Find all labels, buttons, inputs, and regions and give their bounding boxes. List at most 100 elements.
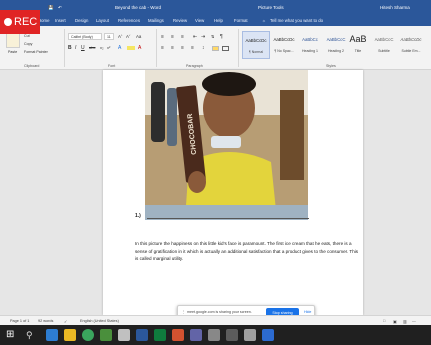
tab-references[interactable]: References [118,18,140,23]
file-explorer-icon[interactable] [64,329,76,341]
app-icon[interactable] [262,329,274,341]
app-icon[interactable] [226,329,238,341]
paste-button[interactable]: Paste [8,50,17,54]
hide-button[interactable]: Hide [304,310,311,314]
background-person [151,82,165,142]
child-hair [202,72,256,96]
paste-icon[interactable] [6,32,20,48]
search-icon[interactable]: ⚲ [26,329,38,341]
style-name: ¶ No Spac... [274,49,294,53]
app-icon[interactable] [118,329,130,341]
multilevel-list-icon[interactable]: ≡ [181,34,184,40]
styles-label: Styles [326,64,336,68]
background-person [167,88,177,146]
subscript-icon[interactable]: x₂ [100,45,104,50]
style-normal[interactable]: AaBbCcDc ¶ Normal [242,31,270,59]
font-name-select[interactable]: Calibri (Body) [68,33,102,40]
language-indicator[interactable]: English (United States) [80,319,119,323]
style-title[interactable]: AaB Title [344,31,372,59]
copy-button[interactable]: Copy [24,42,32,46]
taskbar: ⊞ ⚲ [0,325,431,345]
save-icon[interactable]: 💾 [48,5,54,11]
print-layout-icon[interactable]: ▣ [393,319,397,324]
underline-icon[interactable]: U [81,45,85,51]
decrease-indent-icon[interactable]: ⇤ [193,34,197,40]
text-effects-icon[interactable]: A [118,45,121,51]
teams-icon[interactable] [190,329,202,341]
superscript-icon[interactable]: x² [107,45,110,50]
windows-start-icon[interactable]: ⊞ [6,329,18,341]
strikethrough-icon[interactable]: abc [89,45,95,50]
line-spacing-icon[interactable]: ↕ [202,45,205,51]
style-subtitle[interactable]: AaBbCcC Subtitle [370,31,398,59]
excel-icon[interactable] [154,329,166,341]
show-marks-icon[interactable]: ¶ [220,34,223,40]
font-label: Font [108,64,116,68]
user-name[interactable]: Hitesh Sharma [380,5,410,10]
font-color-icon[interactable]: A [138,45,141,51]
justify-icon[interactable]: ≡ [191,45,194,51]
zoom-slider-icon[interactable]: — [412,319,416,323]
divider [238,29,239,67]
face-mask [211,136,241,148]
ribbon: Paste Cut Copy Format Painter Clipboard … [0,26,431,70]
style-no-spacing[interactable]: AaBbCcDc ¶ No Spac... [270,31,298,59]
shrink-font-icon[interactable]: Aˇ [126,34,130,39]
change-case-icon[interactable]: Aa [136,34,141,39]
undo-icon[interactable]: ↶ [58,5,62,11]
read-mode-icon[interactable]: □ [383,319,385,323]
page-count[interactable]: Page 1 of 1 [10,319,29,323]
tab-format[interactable]: Format [234,18,248,23]
paragraph-label: Paragraph [186,64,203,68]
web-layout-icon[interactable]: ▥ [403,319,407,324]
align-left-icon[interactable]: ≡ [161,45,164,51]
bold-icon[interactable]: B [68,45,72,51]
sort-icon[interactable]: ⇅ [211,34,214,39]
style-subtle-emphasis[interactable]: AaBbCcDc Subtle Em... [397,31,425,59]
font-size-select[interactable]: 11 [104,33,114,40]
tab-view[interactable]: View [195,18,204,23]
word-count[interactable]: 92 words [38,319,53,323]
app-icon[interactable] [244,329,256,341]
word-icon[interactable] [136,329,148,341]
style-sample: AaBbCcC [374,37,394,42]
style-name: ¶ Normal [248,50,264,54]
style-name: Subtle Em... [401,49,421,53]
body-paragraph[interactable]: In this picture the happiness on this li… [135,240,360,263]
chrome-icon[interactable] [82,329,94,341]
style-sample: AaBbCcDc [400,37,422,42]
lightbulb-icon: ☼ [262,18,266,23]
record-dot-icon [4,18,12,26]
italic-icon[interactable]: I [75,45,76,51]
align-right-icon[interactable]: ≡ [181,45,184,51]
tab-help[interactable]: Help [214,18,223,23]
align-center-icon[interactable]: ≡ [171,45,174,51]
vscode-icon[interactable] [46,329,58,341]
drag-handle-icon[interactable]: ⋮ [182,310,186,314]
proofing-icon[interactable]: ✓ [64,319,67,324]
style-name: Heading 1 [302,49,318,53]
inserted-photo[interactable]: CHOCOBAR [145,70,308,220]
highlight-icon[interactable] [127,46,135,50]
style-sample: AaB [349,34,367,44]
grow-font-icon[interactable]: Aˆ [118,34,122,39]
powerpoint-icon[interactable] [172,329,184,341]
tab-mailings[interactable]: Mailings [148,18,164,23]
recording-label: REC [14,16,38,28]
numbering-icon[interactable]: ≡ [171,34,174,40]
increase-indent-icon[interactable]: ⇥ [201,34,205,40]
tab-review[interactable]: Review [173,18,187,23]
cut-button[interactable]: Cut [24,34,30,38]
status-bar: Page 1 of 1 92 words ✓ English (United S… [0,315,431,325]
borders-icon[interactable] [222,46,229,51]
app-icon[interactable] [100,329,112,341]
tab-design[interactable]: Design [75,18,88,23]
style-heading-1[interactable]: AaBbCc Heading 1 [296,31,324,59]
app-icon[interactable] [208,329,220,341]
tell-me-box[interactable]: Tell me what you want to do [270,18,323,23]
shading-icon[interactable] [212,46,219,51]
tab-insert[interactable]: Insert [55,18,66,23]
format-painter-button[interactable]: Format Painter [24,50,48,54]
bullets-icon[interactable]: ≡ [161,34,164,40]
tab-layout[interactable]: Layout [96,18,109,23]
